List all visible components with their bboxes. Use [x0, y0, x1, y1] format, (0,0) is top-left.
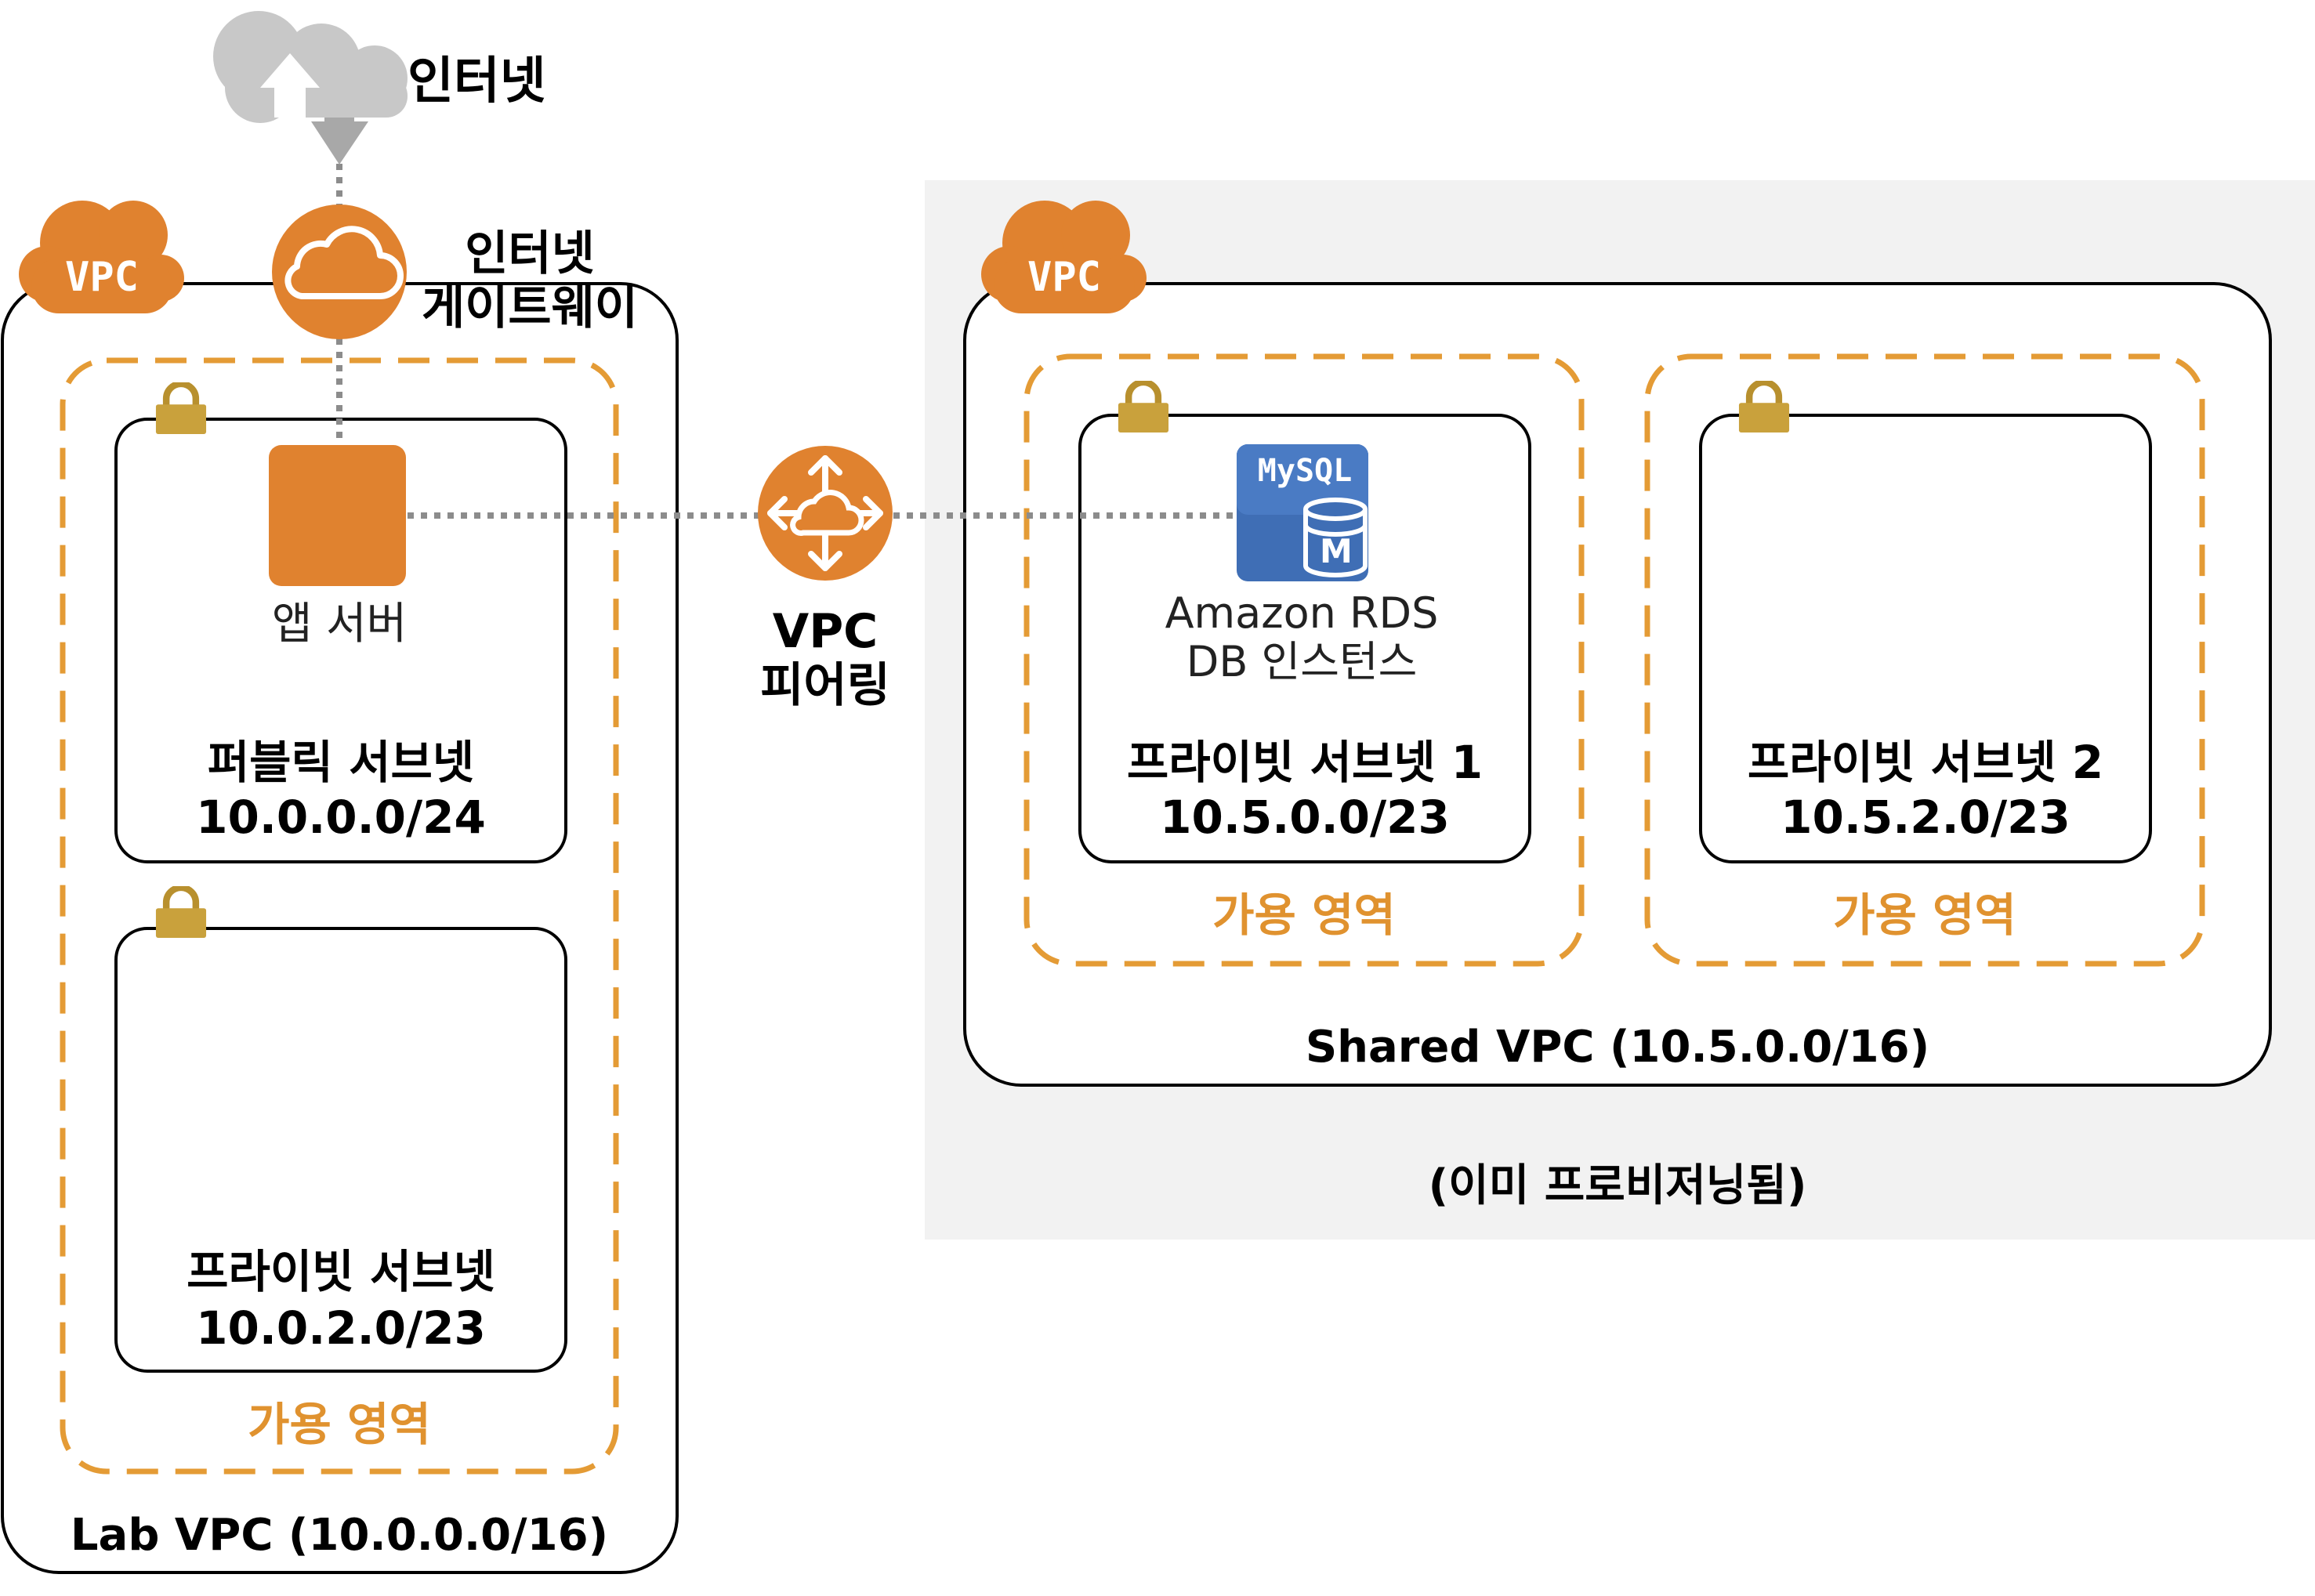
cloud-upload-icon — [213, 11, 408, 165]
shared-subnet-2-name: 프라이빗 서브넷 2 — [1747, 736, 2104, 789]
igw-label-line1: 인터넷 — [465, 226, 595, 281]
rds-label-line1: Amazon RDS — [1165, 588, 1439, 638]
igw-label-line2: 게이트웨이 — [422, 280, 638, 335]
peering-label: VPC 피어링 — [716, 605, 935, 713]
public-subnet-name: 퍼블릭 서브넷 — [207, 736, 475, 789]
app-server-label: 앱 서버 — [271, 599, 408, 650]
cloud-gateway-icon — [272, 204, 407, 339]
lab-private-subnet-cidr: 10.0.2.0/23 — [196, 1301, 486, 1355]
rds-label: Amazon RDS DB 인스턴스 — [1080, 588, 1523, 687]
ec2-instance-icon — [269, 445, 406, 586]
lab-az-label: 가용 영역 — [248, 1398, 431, 1451]
public-subnet-cidr: 10.0.0.0/24 — [196, 791, 486, 844]
rds-label-line2: DB 인스턴스 — [1186, 637, 1418, 687]
mysql-icon-letter: M — [1320, 532, 1353, 570]
shared-subnet-1-cidr: 10.5.0.0/23 — [1160, 791, 1450, 844]
shared-az1-label: 가용 영역 — [1212, 888, 1396, 942]
shared-subnet-1-name: 프라이빗 서브넷 1 — [1126, 736, 1484, 789]
lab-private-subnet-name: 프라이빗 서브넷 — [187, 1245, 495, 1298]
shared-az2-label: 가용 영역 — [1833, 888, 2016, 942]
internet-label: 인터넷 — [408, 52, 546, 110]
lab-vpc-label: Lab VPC (10.0.0.0/16) — [70, 1510, 609, 1561]
shared-vpc-label: Shared VPC (10.5.0.0/16) — [1305, 1022, 1930, 1073]
vpc-peering-architecture-diagram: 인터넷 인터넷 게이트웨이 VPC VPC 앱 서버 퍼블릭 서브넷 10.0.… — [0, 0, 2315, 1596]
vpc-peering-router-icon — [758, 446, 893, 581]
igw-label: 인터넷 게이트웨이 — [412, 227, 647, 335]
lab-vpc-badge-label: VPC — [65, 254, 139, 301]
peering-label-line1: VPC — [772, 604, 879, 659]
peering-label-line2: 피어링 — [760, 658, 890, 713]
mysql-icon-text: MySQL — [1257, 453, 1353, 489]
shared-vpc-note: (이미 프로비저닝됨) — [1428, 1160, 1807, 1211]
shared-vpc-badge-label: VPC — [1027, 254, 1101, 301]
shared-subnet-2-cidr: 10.5.2.0/23 — [1781, 791, 2070, 844]
